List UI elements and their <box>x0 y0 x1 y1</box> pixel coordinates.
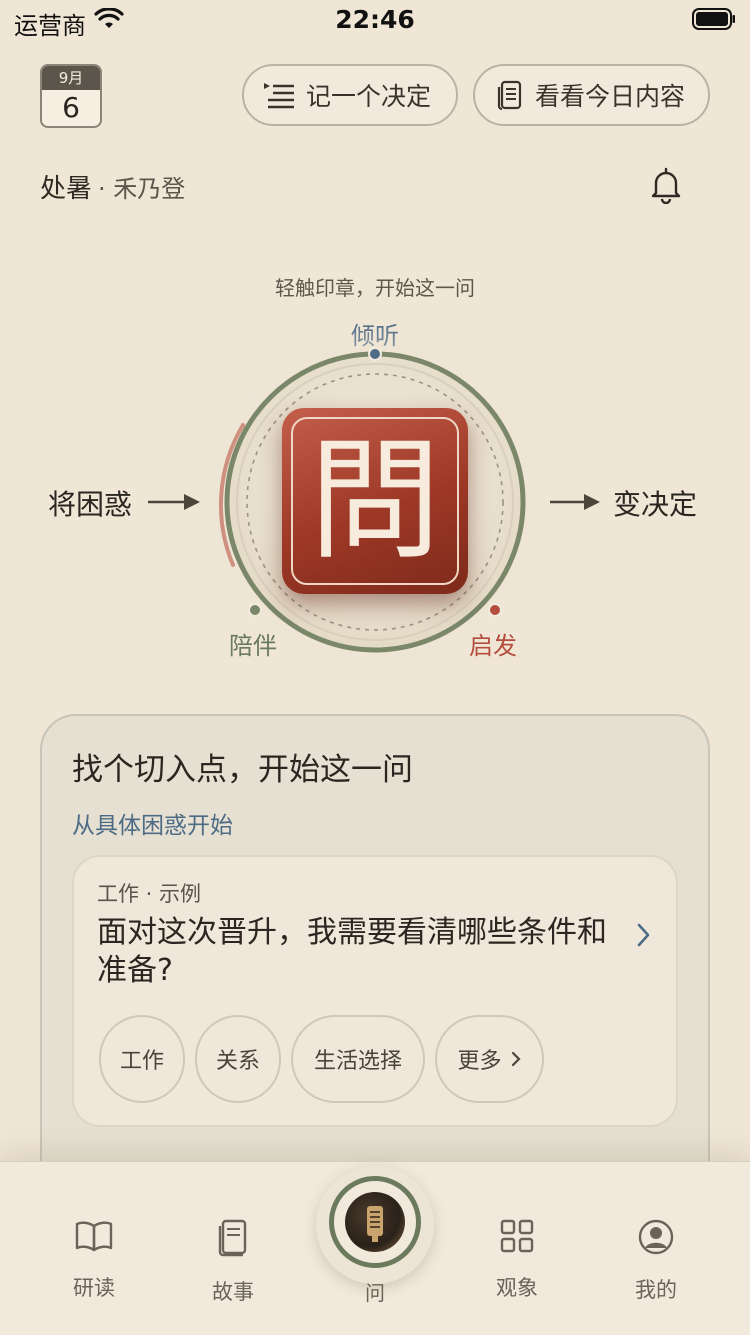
chip-label: 工作 <box>119 1049 164 1074</box>
tab-label: 我的 <box>635 1278 677 1302</box>
confusion-label: 将困惑 <box>48 488 133 521</box>
tab-label: 研读 <box>73 1276 115 1300</box>
card-subtitle[interactable]: 从具体困惑开始 <box>72 806 233 840</box>
record-decision-label: 记一个决定 <box>306 82 432 111</box>
document-icon <box>497 79 525 111</box>
date-month: 9月 <box>42 66 100 90</box>
book-icon <box>183 1218 283 1262</box>
user-circle-icon <box>606 1218 706 1260</box>
chip-relation[interactable]: 关系 <box>195 1015 281 1103</box>
ask-lantern-icon <box>345 1192 405 1252</box>
inspire-dot <box>488 603 502 617</box>
seal-button[interactable]: 問 <box>282 408 468 594</box>
chip-life-choice[interactable]: 生活选择 <box>291 1015 425 1103</box>
example-question: 面对这次晋升，我需要看清哪些条件和准备? <box>97 915 607 988</box>
chevron-right-icon <box>510 1050 522 1068</box>
tab-study[interactable]: 研读 <box>44 1218 144 1302</box>
companion-label: 陪伴 <box>229 632 277 660</box>
record-decision-button[interactable]: 记一个决定 <box>242 64 458 126</box>
solar-term-name: 处暑 <box>40 174 93 204</box>
chip-label: 更多 <box>457 1049 502 1074</box>
chip-work[interactable]: 工作 <box>99 1015 185 1103</box>
list-icon <box>262 81 296 109</box>
chevron-right-icon[interactable] <box>634 920 654 954</box>
chip-more[interactable]: 更多 <box>435 1015 544 1103</box>
date-day: 6 <box>62 91 80 124</box>
solar-term-sub: · 禾乃登 <box>98 175 186 203</box>
tab-profile[interactable]: 我的 <box>606 1218 706 1304</box>
book-open-icon <box>44 1218 144 1258</box>
listen-dot <box>368 347 382 361</box>
tab-label: 问 <box>365 1281 385 1305</box>
seal-hint: 轻触印章，开始这一问 <box>275 276 475 300</box>
card-title: 找个切入点，开始这一问 <box>72 752 413 788</box>
example-tag: 工作 · 示例 <box>97 882 202 906</box>
tab-story[interactable]: 故事 <box>183 1218 283 1306</box>
date-badge[interactable]: 9月 6 <box>40 64 102 128</box>
tab-label: 观象 <box>496 1276 538 1300</box>
chip-label: 关系 <box>215 1049 260 1074</box>
chip-label: 生活选择 <box>313 1049 402 1074</box>
inspire-label: 启发 <box>469 632 517 660</box>
tab-label: 故事 <box>212 1280 254 1304</box>
solar-term: 处暑 · 禾乃登 <box>40 168 185 205</box>
decision-label: 变决定 <box>613 488 698 521</box>
seal-character: 問 <box>309 424 441 578</box>
status-bar: 运营商 22:46 <box>0 0 750 44</box>
today-content-label: 看看今日内容 <box>535 82 686 111</box>
grid-icon <box>467 1218 567 1258</box>
today-content-button[interactable]: 看看今日内容 <box>473 64 710 126</box>
bell-icon[interactable] <box>648 166 684 208</box>
tab-observe[interactable]: 观象 <box>467 1218 567 1302</box>
companion-dot <box>248 603 262 617</box>
clock: 22:46 <box>335 5 415 34</box>
battery-icon <box>692 8 736 30</box>
